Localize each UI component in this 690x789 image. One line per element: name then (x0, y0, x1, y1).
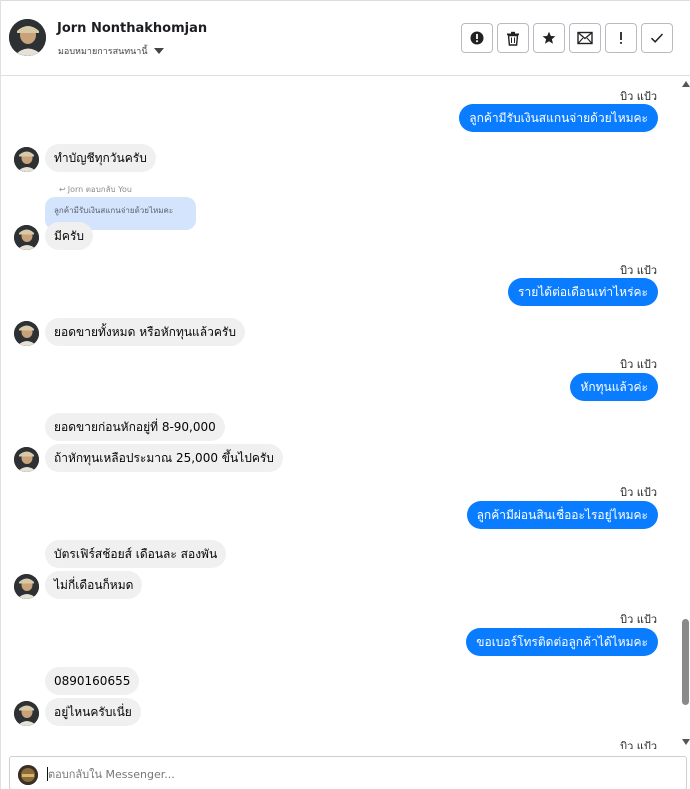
message-bubble-incoming[interactable]: ไม่กี่เดือนก็หมด (45, 571, 143, 599)
contact-name[interactable]: Jorn Nonthakhomjan (57, 21, 207, 36)
message-thread[interactable]: บิว แป้ว ลูกค้ามีรับเงินสแกนจ่ายด้วยไหมค… (1, 77, 690, 749)
done-button[interactable] (641, 23, 673, 53)
sender-name: บิว แป้ว (620, 264, 657, 277)
messenger-conversation-panel: Jorn Nonthakhomjan มอบหมายการสนทนานี้ บิ… (0, 0, 690, 789)
star-button[interactable] (533, 23, 565, 53)
contact-avatar-small[interactable] (14, 574, 39, 599)
sender-name: บิว แป้ว (620, 90, 657, 103)
message-bubble-incoming[interactable]: ยอดขายก่อนหักอยู่ที่ 8-90,000 (45, 413, 225, 441)
thread-scrollbar[interactable] (681, 77, 690, 749)
envelope-icon (577, 31, 593, 45)
assign-conversation-dropdown[interactable]: มอบหมายการสนทนานี้ (58, 44, 164, 58)
sender-name: บิว แป้ว (620, 486, 657, 499)
message-bubble-outgoing[interactable]: รายได้ต่อเดือนเท่าไหร่คะ (508, 278, 658, 306)
scroll-down-arrow-icon[interactable] (682, 739, 690, 745)
check-icon (650, 33, 664, 43)
star-icon (542, 31, 556, 44)
reply-arrow-icon: ↩ (59, 185, 66, 194)
assign-label: มอบหมายการสนทนานี้ (58, 47, 148, 57)
contact-avatar-small[interactable] (14, 225, 39, 250)
sender-name: บิว แป้ว (620, 613, 657, 626)
sender-name: บิว แป้ว (620, 358, 657, 371)
caret-down-icon (153, 48, 164, 54)
reply-input[interactable] (48, 762, 648, 786)
contact-avatar-small[interactable] (14, 701, 39, 726)
alert-circle-icon (470, 31, 484, 45)
message-bubble-outgoing[interactable]: ขอเบอร์โทรติดต่อลูกค้าได้ไหมคะ (466, 628, 658, 656)
message-bubble-outgoing[interactable]: ลูกค้ามีผ่อนสินเชื่ออะไรอยู่ไหมคะ (466, 501, 658, 529)
contact-avatar[interactable] (9, 19, 46, 56)
scrollbar-thumb[interactable] (682, 619, 689, 705)
message-bubble-incoming[interactable]: มีครับ (45, 222, 93, 250)
important-button[interactable] (605, 23, 637, 53)
message-bubble-outgoing[interactable]: ลูกค้ามีรับเงินสแกนจ่ายด้วยไหมคะ (459, 104, 658, 132)
reply-composer (9, 756, 687, 789)
reply-label: ↩ Jorn ตอบกลับ You (59, 185, 132, 194)
spam-button[interactable] (461, 23, 493, 53)
contact-avatar-small[interactable] (14, 447, 39, 472)
contact-avatar-small[interactable] (14, 321, 39, 346)
message-bubble-incoming[interactable]: อยู่ไหนครับเนี่ย (45, 698, 141, 726)
message-bubble-incoming[interactable]: ถ้าหักทุนเหลือประมาณ 25,000 ขึ้นไปครับ (45, 444, 283, 472)
scroll-up-arrow-icon[interactable] (682, 81, 690, 87)
message-bubble-incoming[interactable]: ทำบัญชีทุกวันครับ (45, 144, 156, 172)
sender-name: บิว แป้ว (620, 740, 657, 749)
message-bubble-incoming[interactable]: 0890160655 (45, 667, 140, 695)
message-bubble-incoming[interactable]: ยอดขายทั้งหมด หรือหักทุนแล้วครับ (45, 318, 245, 346)
message-bubble-outgoing[interactable]: หักทุนแล้วค่ะ (570, 373, 658, 401)
message-bubble-incoming[interactable]: บัตรเฟิร์สช้อยส์ เดือนละ สองพัน (45, 540, 227, 568)
exclamation-icon (620, 32, 622, 44)
action-toolbar (461, 23, 673, 53)
conversation-header: Jorn Nonthakhomjan มอบหมายการสนทนานี้ (1, 1, 690, 76)
trash-icon (507, 31, 519, 46)
page-avatar (18, 765, 38, 785)
mark-unread-button[interactable] (569, 23, 601, 53)
contact-avatar-small[interactable] (14, 147, 39, 172)
delete-button[interactable] (497, 23, 529, 53)
